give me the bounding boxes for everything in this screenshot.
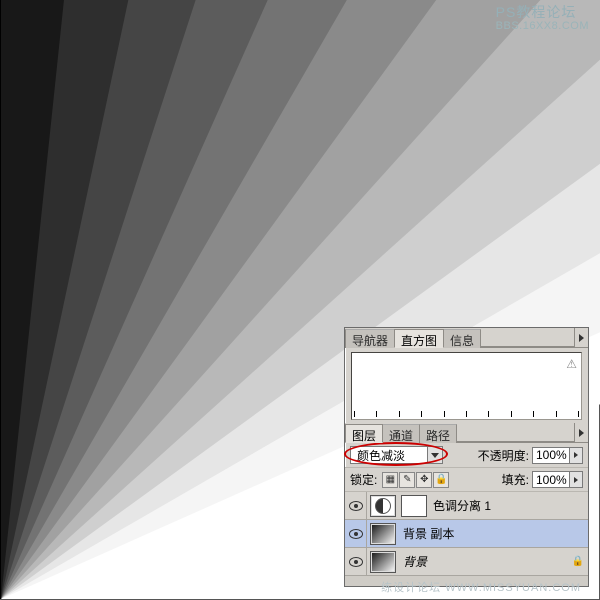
lock-image-button[interactable]: ✎ (399, 472, 415, 488)
layer-row-posterize[interactable]: 色调分离 1 (345, 492, 588, 520)
chevron-right-icon (569, 448, 582, 463)
layer-row-bg-copy[interactable]: 背景 副本 (345, 520, 588, 548)
tab-histogram[interactable]: 直方图 (394, 329, 444, 348)
tab-info[interactable]: 信息 (443, 329, 481, 348)
visibility-toggle[interactable] (345, 548, 367, 576)
fill-input[interactable]: 100% (532, 471, 583, 488)
opacity-value: 100% (533, 448, 569, 462)
lock-fill-row: 锁定: ▦ ✎ ✥ 🔒 填充: 100% (345, 467, 588, 492)
lock-icon: 🔒 (572, 556, 584, 567)
watermark-top-line2: BBS.16XX8.COM (496, 19, 589, 33)
adjustment-icon (375, 498, 391, 514)
layer-name[interactable]: 背景 (399, 553, 572, 570)
tab-layers[interactable]: 图层 (345, 424, 383, 443)
chevron-right-icon (569, 472, 582, 487)
opacity-label: 不透明度: (478, 447, 529, 464)
arrow-right-icon (579, 334, 584, 342)
layer-list: 色调分离 1 背景 副本 背景 🔒 (345, 492, 588, 586)
layer-thumb[interactable] (370, 523, 396, 545)
blend-mode-select[interactable]: 颜色减淡 (350, 446, 443, 464)
nav-panel-tabs: 导航器 直方图 信息 (345, 328, 588, 348)
chevron-down-icon (427, 447, 442, 463)
arrow-right-icon (579, 429, 584, 437)
histogram-display: ⚠ (351, 352, 582, 420)
eye-icon (349, 529, 363, 539)
layer-mask-thumb[interactable] (401, 495, 427, 517)
opacity-input[interactable]: 100% (532, 447, 583, 464)
lock-all-button[interactable]: 🔒 (433, 472, 449, 488)
layer-name[interactable]: 背景 副本 (399, 525, 588, 542)
lock-position-button[interactable]: ✥ (416, 472, 432, 488)
lock-label: 锁定: (350, 471, 377, 488)
fill-label: 填充: (502, 471, 529, 488)
tab-paths[interactable]: 路径 (419, 424, 457, 443)
layers-panel-tabs: 图层 通道 路径 (345, 423, 588, 443)
fill-value: 100% (533, 473, 569, 487)
tab-channels[interactable]: 通道 (382, 424, 420, 443)
visibility-toggle[interactable] (345, 520, 367, 548)
histogram-ticks (352, 411, 581, 419)
warning-icon[interactable]: ⚠ (566, 357, 577, 371)
layer-thumb[interactable] (370, 495, 396, 517)
watermark-bottom: 练设计论坛 WWW.MISSYUAN.COM (381, 579, 581, 595)
lock-transparency-button[interactable]: ▦ (382, 472, 398, 488)
eye-icon (349, 557, 363, 567)
blend-mode-value: 颜色减淡 (351, 447, 427, 464)
layer-name[interactable]: 色调分离 1 (429, 497, 588, 514)
photoshop-panels: 导航器 直方图 信息 ⚠ 图层 通道 路径 颜色减淡 不透明度: 100% (344, 327, 589, 587)
watermark-top-line1: PS教程论坛 (496, 5, 589, 19)
watermark-top: PS教程论坛 BBS.16XX8.COM (496, 5, 589, 33)
layer-thumb[interactable] (370, 551, 396, 573)
eye-icon (349, 501, 363, 511)
tab-navigator[interactable]: 导航器 (345, 329, 395, 348)
blend-opacity-row: 颜色减淡 不透明度: 100% (345, 443, 588, 467)
layer-row-bg[interactable]: 背景 🔒 (345, 548, 588, 576)
panel-menu-button[interactable] (574, 328, 588, 347)
visibility-toggle[interactable] (345, 492, 367, 520)
lock-icons-group: ▦ ✎ ✥ 🔒 (382, 472, 449, 488)
layers-panel-menu-button[interactable] (574, 423, 588, 442)
